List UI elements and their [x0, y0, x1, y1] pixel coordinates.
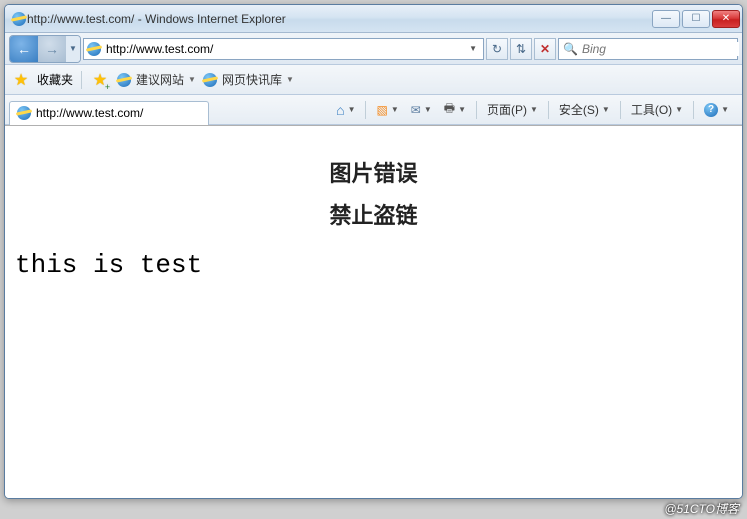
title-bar: http://www.test.com/ - Windows Internet … — [5, 5, 742, 33]
home-button[interactable]: ⌂▼ — [331, 99, 360, 121]
feeds-button[interactable]: ▧▼ — [371, 99, 403, 121]
help-button[interactable]: ?▼ — [699, 99, 734, 121]
refresh-button[interactable]: ↻ — [486, 38, 508, 60]
body-text: this is test — [15, 250, 732, 280]
window-title: http://www.test.com/ - Windows Internet … — [27, 12, 652, 26]
web-slice-link[interactable]: 网页快讯库 ▼ — [202, 71, 294, 88]
site-icon — [202, 72, 218, 88]
nav-history-dropdown[interactable]: ▼ — [66, 36, 80, 62]
minimize-button[interactable]: — — [652, 10, 680, 28]
menu-label: 安全(S) — [559, 101, 599, 118]
chevron-down-icon: ▼ — [721, 105, 729, 114]
page-content: 图片错误 禁止盗链 this is test — [5, 125, 742, 498]
chevron-down-icon: ▼ — [286, 75, 294, 84]
help-icon: ? — [704, 103, 718, 117]
rss-icon: ▧ — [376, 103, 387, 117]
url-input[interactable] — [106, 42, 461, 56]
tools-menu[interactable]: 工具(O)▼ — [626, 99, 688, 121]
site-icon — [116, 72, 132, 88]
forward-button[interactable]: → — [38, 36, 66, 62]
address-bar[interactable]: ▼ — [83, 38, 484, 60]
site-icon — [86, 41, 102, 57]
separator — [620, 101, 621, 119]
fav-link-label: 建议网站 — [136, 71, 184, 88]
error-line-1: 图片错误 — [15, 156, 732, 188]
menu-label: 页面(P) — [487, 101, 527, 118]
suggested-sites-link[interactable]: 建议网站 ▼ — [116, 71, 196, 88]
mail-button[interactable]: ✉▼ — [406, 99, 437, 121]
chevron-down-icon: ▼ — [348, 105, 356, 114]
chevron-down-icon: ▼ — [530, 105, 538, 114]
add-favorite-button[interactable]: ★ — [90, 70, 110, 90]
star-icon: ★ — [93, 70, 107, 90]
navigation-bar: ← → ▼ ▼ ↻ ⇅ ✕ 🔍 ▼ — [5, 33, 742, 65]
ie-logo-icon — [11, 11, 27, 27]
menu-label: 工具(O) — [631, 101, 672, 118]
favorites-bar: ★ 收藏夹 ★ 建议网站 ▼ 网页快讯库 ▼ — [5, 65, 742, 95]
tab-active[interactable]: http://www.test.com/ — [9, 101, 209, 125]
printer-icon: 🖶 — [444, 99, 455, 120]
chevron-down-icon: ▼ — [675, 105, 683, 114]
print-button[interactable]: 🖶▼ — [439, 99, 471, 121]
mail-icon: ✉ — [411, 103, 421, 117]
star-icon: ★ — [14, 70, 28, 90]
favorites-button[interactable]: ★ — [11, 70, 31, 90]
separator — [81, 71, 82, 89]
error-line-2: 禁止盗链 — [15, 198, 732, 230]
home-icon: ⌂ — [336, 102, 344, 118]
search-input[interactable] — [582, 42, 739, 56]
separator — [693, 101, 694, 119]
compat-button[interactable]: ⇅ — [510, 38, 532, 60]
tab-command-bar: http://www.test.com/ ⌂▼ ▧▼ ✉▼ 🖶▼ 页面(P)▼ … — [5, 95, 742, 125]
safety-menu[interactable]: 安全(S)▼ — [554, 99, 615, 121]
maximize-button[interactable]: ☐ — [682, 10, 710, 28]
chevron-down-icon: ▼ — [188, 75, 196, 84]
chevron-down-icon: ▼ — [424, 105, 432, 114]
tab-icon — [16, 105, 32, 121]
watermark: @51CTO博客 — [664, 500, 739, 517]
stop-button[interactable]: ✕ — [534, 38, 556, 60]
separator — [476, 101, 477, 119]
tab-title: http://www.test.com/ — [36, 106, 143, 120]
page-menu[interactable]: 页面(P)▼ — [482, 99, 543, 121]
search-bar[interactable]: 🔍 ▼ — [558, 38, 738, 60]
address-dropdown-icon[interactable]: ▼ — [465, 44, 481, 53]
favorites-label: 收藏夹 — [37, 71, 73, 88]
browser-window: http://www.test.com/ - Windows Internet … — [4, 4, 743, 499]
chevron-down-icon: ▼ — [458, 105, 466, 114]
back-button[interactable]: ← — [10, 36, 38, 62]
chevron-down-icon: ▼ — [602, 105, 610, 114]
chevron-down-icon: ▼ — [391, 105, 399, 114]
close-button[interactable]: ✕ — [712, 10, 740, 28]
separator — [548, 101, 549, 119]
fav-link-label: 网页快讯库 — [222, 71, 282, 88]
separator — [365, 101, 366, 119]
search-icon: 🔍 — [563, 42, 578, 56]
